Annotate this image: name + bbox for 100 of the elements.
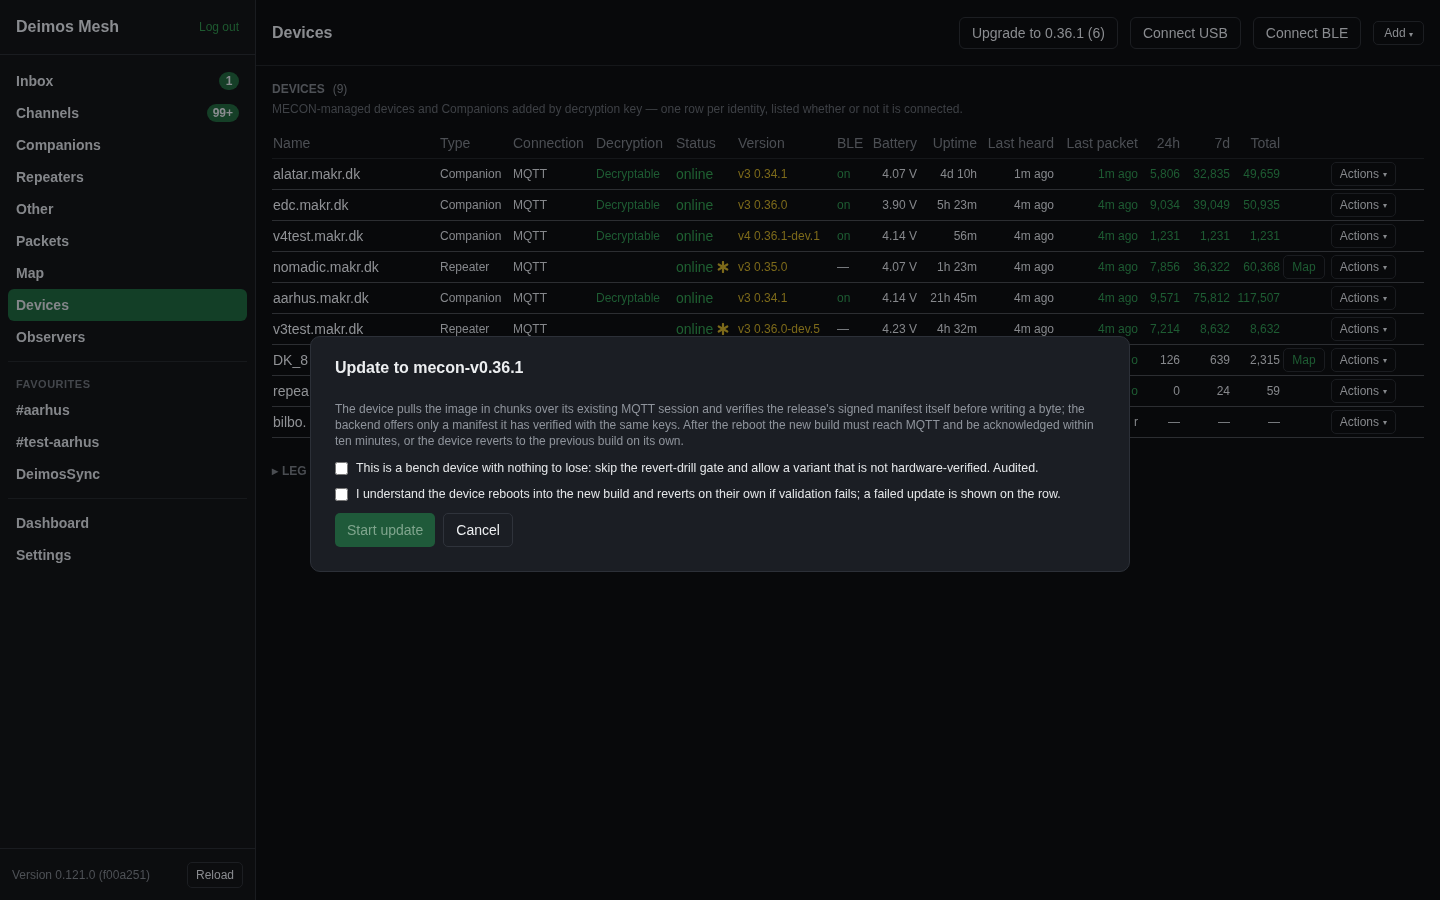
- device-name: v4test.makr.dk: [273, 228, 364, 244]
- sidebar-item[interactable]: DeimosSync: [8, 458, 247, 490]
- checkbox-label: I understand the device reboots into the new build and reverts on their own if validation fails; a failed update is shown on the row.: [356, 487, 1061, 501]
- table-cell: Decryptable: [596, 167, 661, 181]
- actions-button[interactable]: Actions ▾: [1330, 317, 1396, 341]
- sidebar-item[interactable]: Channels 99+: [8, 97, 247, 129]
- table-cell: 75,812: [1193, 291, 1230, 305]
- column-header: 7d: [1180, 128, 1230, 159]
- table-cell: 4.07 V: [882, 167, 917, 181]
- sidebar-item[interactable]: Settings: [8, 539, 247, 571]
- table-cell: Decryptable: [596, 291, 661, 305]
- table-cell: —: [1168, 415, 1180, 429]
- table-cell: on: [837, 291, 851, 305]
- table-cell: 2,315: [1249, 353, 1280, 367]
- actions-button[interactable]: Actions ▾: [1330, 255, 1396, 279]
- table-cell: 49,659: [1243, 167, 1280, 181]
- status-text: online: [676, 197, 714, 213]
- table-cell: —: [837, 322, 849, 336]
- column-header: Name: [272, 128, 439, 159]
- column-header: Version: [737, 128, 836, 159]
- actions-button[interactable]: Actions ▾: [1330, 348, 1396, 372]
- column-header: Uptime: [917, 128, 977, 159]
- table-cell: 1,231: [1199, 229, 1230, 243]
- asterisk-icon: [717, 323, 730, 335]
- device-name: alatar.makr.dk: [273, 166, 361, 182]
- table-cell: Repeater: [440, 260, 490, 274]
- table-cell: 32,835: [1193, 167, 1230, 181]
- table-cell: 36,322: [1193, 260, 1230, 274]
- table-cell: MQTT: [513, 260, 547, 274]
- table-cell: v3 0.36.0: [738, 198, 788, 212]
- sidebar-item[interactable]: Companions: [8, 129, 247, 161]
- table-cell: 5h 23m: [936, 198, 977, 212]
- table-cell: 0: [1173, 384, 1180, 398]
- table-cell: v3 0.36.0-dev.5: [738, 322, 820, 336]
- column-header: Last heard: [977, 128, 1054, 159]
- device-name: DK_8: [273, 352, 309, 368]
- table-cell: o: [1131, 353, 1138, 367]
- table-cell: 117,507: [1237, 291, 1280, 305]
- table-cell: 1,231: [1149, 229, 1180, 243]
- sidebar-item[interactable]: Dashboard: [8, 507, 247, 539]
- sidebar-item[interactable]: Repeaters: [8, 161, 247, 193]
- add-button[interactable]: Add ▾: [1373, 20, 1424, 45]
- actions-button[interactable]: Actions ▾: [1330, 162, 1396, 186]
- sidebar-item[interactable]: Inbox 1: [8, 65, 247, 97]
- cancel-button[interactable]: Cancel: [443, 513, 513, 547]
- column-header: 24h: [1138, 128, 1180, 159]
- column-header: Decryption: [595, 128, 675, 159]
- table-cell: —: [1218, 415, 1230, 429]
- device-count: (9): [332, 82, 348, 96]
- table-cell: 4m ago: [1013, 322, 1054, 336]
- sidebar-item[interactable]: #aarhus: [8, 394, 247, 426]
- table-cell: 1,231: [1249, 229, 1280, 243]
- header-button[interactable]: Upgrade to 0.36.1 (6): [958, 16, 1118, 49]
- table-cell: v3 0.35.0: [738, 260, 788, 274]
- column-header: Total: [1230, 128, 1280, 159]
- sidebar-item[interactable]: Observers: [8, 321, 247, 353]
- column-header: Connection: [512, 128, 595, 159]
- table-cell: 5,806: [1149, 167, 1180, 181]
- table-cell: 7,856: [1149, 260, 1180, 274]
- sidebar-item[interactable]: Packets: [8, 225, 247, 257]
- sidebar-item[interactable]: Map: [8, 257, 247, 289]
- actions-button[interactable]: Actions ▾: [1330, 193, 1396, 217]
- table-cell: Companion: [440, 291, 502, 305]
- reload-button[interactable]: Reload: [186, 861, 243, 888]
- actions-button[interactable]: Actions ▾: [1330, 224, 1396, 248]
- asterisk-icon: [717, 261, 730, 273]
- checkbox[interactable]: [335, 487, 348, 501]
- device-name: edc.makr.dk: [273, 197, 349, 213]
- checkbox[interactable]: [335, 461, 348, 475]
- table-cell: 4m ago: [1097, 322, 1138, 336]
- table-cell: 4m ago: [1097, 229, 1138, 243]
- actions-button[interactable]: Actions ▾: [1330, 286, 1396, 310]
- table-cell: 4.07 V: [882, 260, 917, 274]
- status-text: online: [676, 166, 714, 182]
- section-heading: DEVICES: [272, 82, 325, 96]
- version-text: Version 0.121.0 (f00a251): [12, 867, 151, 882]
- table-cell: 126: [1159, 353, 1180, 367]
- sidebar-item[interactable]: Other: [8, 193, 247, 225]
- header-button[interactable]: Connect BLE: [1252, 16, 1362, 49]
- status-text: online: [676, 321, 714, 337]
- sidebar-item[interactable]: #test-aarhus: [8, 426, 247, 458]
- table-cell: —: [837, 260, 849, 274]
- table-cell: 50,935: [1243, 198, 1280, 212]
- status-text: online: [676, 290, 714, 306]
- table-cell: 1h 23m: [936, 260, 977, 274]
- actions-button[interactable]: Actions ▾: [1330, 379, 1396, 403]
- table-cell: 1m ago: [1013, 167, 1054, 181]
- table-cell: 4m ago: [1097, 198, 1138, 212]
- table-cell: 7,214: [1149, 322, 1180, 336]
- column-header: Last packet: [1054, 128, 1138, 159]
- table-cell: 56m: [953, 229, 977, 243]
- actions-button[interactable]: Actions ▾: [1330, 410, 1396, 434]
- table-cell: 639: [1209, 353, 1230, 367]
- sidebar-item[interactable]: Devices: [8, 289, 247, 321]
- device-name: aarhus.makr.dk: [273, 290, 369, 306]
- table-cell: 59: [1266, 384, 1280, 398]
- header-button[interactable]: Connect USB: [1129, 16, 1241, 49]
- table-cell: 4m ago: [1097, 260, 1138, 274]
- table-cell: 4m ago: [1013, 198, 1054, 212]
- table-cell: 8,632: [1249, 322, 1280, 336]
